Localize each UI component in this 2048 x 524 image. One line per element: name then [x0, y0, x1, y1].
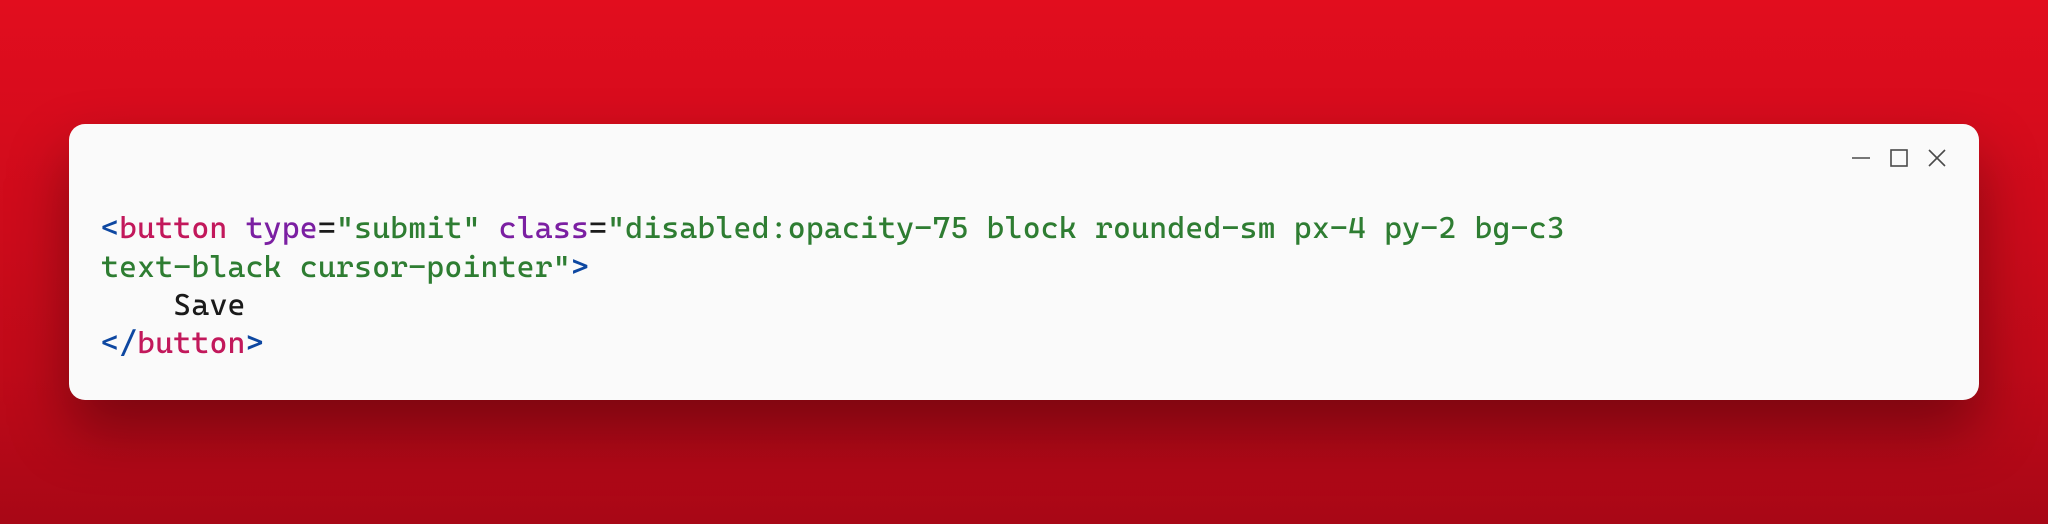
window-controls [1849, 146, 1949, 170]
attr-type-value: "submit" [336, 211, 481, 246]
code-block: <button type="submit" class="disabled:op… [69, 124, 1979, 400]
angle-open: < [101, 211, 119, 246]
button-inner-text: Save [173, 288, 245, 323]
closing-angle-open: </ [101, 326, 137, 361]
tag-name: button [119, 211, 227, 246]
minimize-icon[interactable] [1849, 146, 1873, 170]
attr-class-value-line1: "disabled:opacity-75 block rounded-sm px… [607, 211, 1565, 246]
attr-class-value-line2: text-black cursor-pointer" [101, 250, 571, 285]
close-icon[interactable] [1925, 146, 1949, 170]
attr-type: type [246, 211, 318, 246]
code-content: <button type="submit" class="disabled:op… [101, 152, 1947, 364]
maximize-icon[interactable] [1887, 146, 1911, 170]
attr-class: class [499, 211, 589, 246]
angle-close: > [571, 250, 589, 285]
closing-tag-name: button [137, 326, 245, 361]
closing-angle-close: > [246, 326, 264, 361]
